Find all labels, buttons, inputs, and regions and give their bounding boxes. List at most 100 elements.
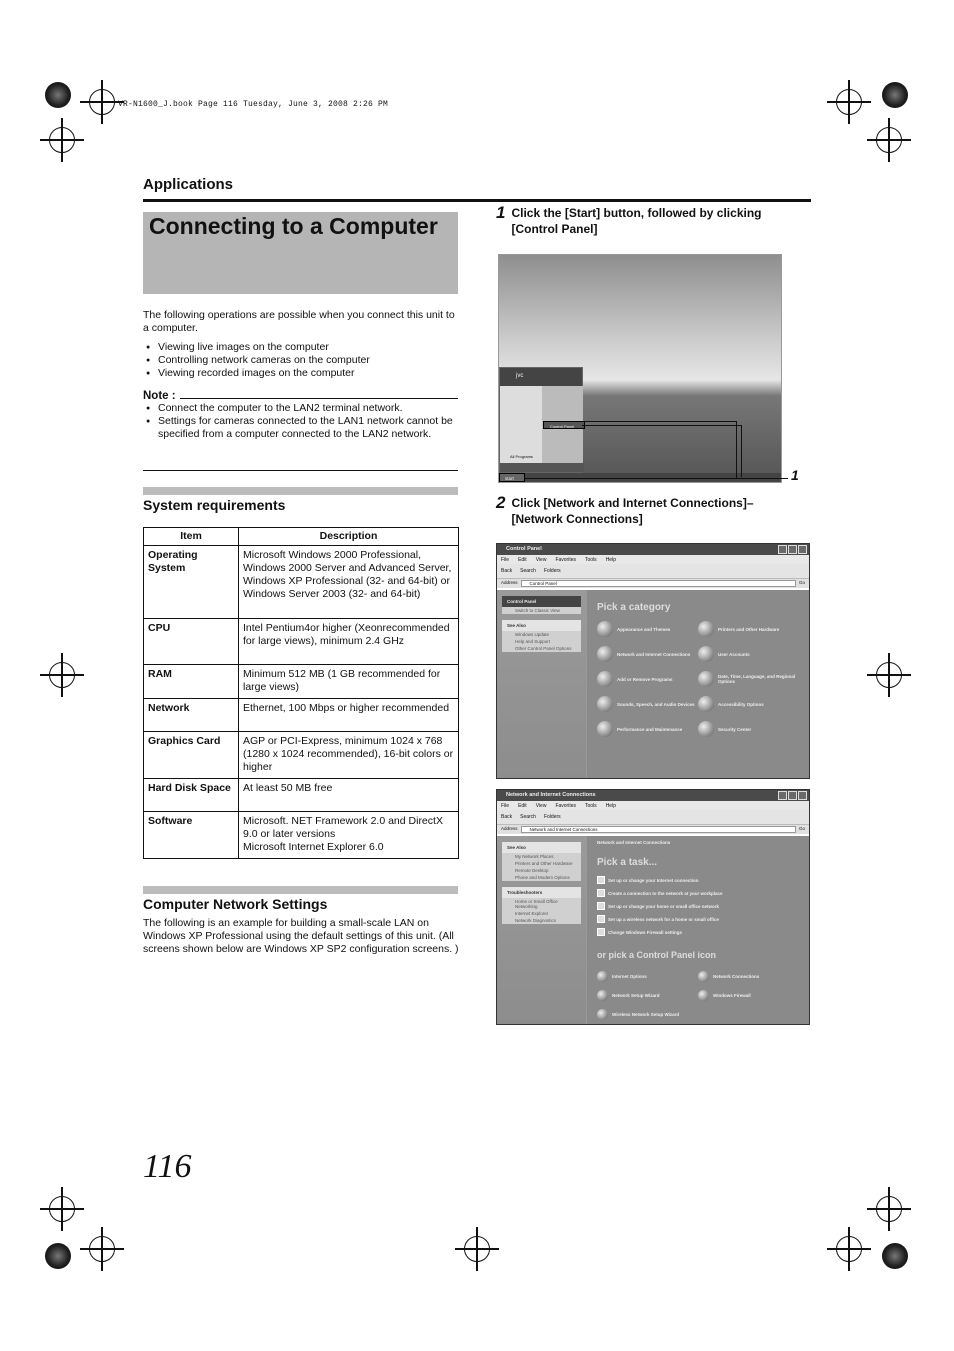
registration-mark: [40, 118, 84, 162]
pick-category-heading: Pick a category: [597, 602, 671, 613]
icon-link[interactable]: Internet Options: [597, 968, 698, 984]
category-link[interactable]: Sounds, Speech, and Audio Devices: [597, 696, 698, 712]
icon-link[interactable]: Network Setup Wizard: [597, 987, 698, 1003]
item-cell: CPU: [143, 618, 239, 665]
intro-text: The following operations are possible wh…: [143, 309, 455, 334]
list-item: Controlling network cameras on the compu…: [143, 354, 461, 367]
menu-bar: File Edit View Favorites Tools Help: [497, 555, 809, 564]
menu-bar: File Edit View Favorites Tools Help: [497, 801, 809, 810]
category-link[interactable]: Security Center: [698, 721, 799, 737]
nic-header: Network and Internet Connections: [597, 840, 671, 845]
header-rule: [143, 199, 811, 202]
registration-mark: [40, 1187, 84, 1231]
desc-cell: AGP or PCI-Express, minimum 1024 x 768 (…: [238, 731, 459, 779]
category-link[interactable]: Accessibility Options: [698, 696, 799, 712]
control-panel-screenshot: Control Panel File Edit View Favorites Tools…: [496, 543, 810, 779]
pick-icon-heading: or pick a Control Panel icon: [597, 950, 717, 960]
task-link[interactable]: Change Windows Firewall settings: [597, 928, 799, 936]
callout-line: [583, 421, 737, 478]
close-icon: [798, 545, 807, 554]
window-title: Control Panel: [497, 544, 809, 555]
registration-disc: [882, 82, 908, 108]
icon-link[interactable]: Wireless Network Setup Wizard: [597, 1006, 698, 1022]
registration-mark: [80, 1227, 124, 1271]
category-link[interactable]: User Accounts: [698, 646, 799, 662]
task-link[interactable]: Set up or change your Internet connectio…: [597, 876, 799, 884]
registration-mark: [827, 1227, 871, 1271]
sysreq-table: Item Description Operating System Microsof…: [143, 527, 459, 859]
registration-disc: [45, 82, 71, 108]
table-row: Network Ethernet, 100 Mbps or higher reco…: [143, 698, 459, 732]
note-item: Connect the computer to the LAN2 termina…: [143, 402, 458, 415]
sysreq-heading: System requirements: [143, 497, 286, 513]
all-programs[interactable]: All Programs: [510, 454, 533, 459]
intro-block: The following operations are possible wh…: [143, 309, 461, 380]
title-box: Connecting to a Computer: [143, 212, 458, 294]
close-icon: [798, 791, 807, 800]
page-number: 116: [143, 1148, 192, 1185]
table-row: CPU Intel Pentium4or higher (Xeonrecommen…: [143, 618, 459, 665]
item-cell: Network: [143, 698, 239, 732]
registration-mark: [867, 653, 911, 697]
page-title: Connecting to a Computer: [149, 213, 438, 239]
divider: [143, 470, 458, 471]
registration-mark: [827, 80, 871, 124]
control-panel-menu-item[interactable]: Control Panel: [543, 421, 585, 429]
category-grid: Appearance and Themes Printers and Other…: [597, 621, 799, 737]
registration-mark: [455, 1227, 499, 1271]
icon-link[interactable]: Windows Firewall: [698, 987, 799, 1003]
category-link[interactable]: Performance and Maintenance: [597, 721, 698, 737]
category-link[interactable]: Appearance and Themes: [597, 621, 698, 637]
step-text: Click the [Start] button, followed by cl…: [511, 206, 762, 236]
registration-disc: [45, 1243, 71, 1269]
section-bar: [143, 886, 458, 894]
network-text: The following is an example for building…: [143, 917, 459, 955]
category-link[interactable]: Network and Internet Connections: [597, 646, 698, 662]
table-row: RAM Minimum 512 MB (1 GB recommended for …: [143, 664, 459, 699]
item-cell: RAM: [143, 664, 239, 699]
section-heading: Applications: [143, 176, 234, 193]
category-link[interactable]: Printers and Other Hardware: [698, 621, 799, 637]
category-link[interactable]: Add or Remove Programs: [597, 671, 698, 687]
item-cell: Hard Disk Space: [143, 778, 239, 812]
note-item: Settings for cameras connected to the LA…: [143, 415, 458, 441]
section-bar: [143, 487, 458, 495]
col-header: Item: [143, 527, 239, 546]
address-bar: Address Network and Internet Connections G…: [497, 825, 809, 834]
registration-disc: [882, 1243, 908, 1269]
minimize-icon: [778, 791, 787, 800]
registration-mark: [867, 118, 911, 162]
callout-line: [524, 478, 788, 479]
maximize-icon: [788, 791, 797, 800]
address-bar: Address Control Panel Go: [497, 579, 809, 588]
start-button[interactable]: start: [499, 473, 525, 482]
category-link[interactable]: Date, Time, Language, and Regional Optio…: [698, 671, 799, 687]
list-item: Viewing live images on the computer: [143, 341, 461, 354]
start-menu: jvc Control Panel All Programs: [499, 367, 585, 473]
callout-line: [741, 425, 742, 477]
step-text: Click [Network and Internet Connections]…: [511, 496, 754, 526]
start-menu-user: jvc: [500, 368, 582, 386]
desc-cell: Microsoft. NET Framework 2.0 and DirectX…: [238, 811, 459, 859]
task-link[interactable]: Set up a wireless network for a home or …: [597, 915, 799, 923]
col-header: Description: [238, 527, 459, 546]
desc-cell: Microsoft Windows 2000 Professional, Win…: [238, 545, 459, 619]
registration-mark: [80, 80, 124, 124]
table-row: Hard Disk Space At least 50 MB free: [143, 778, 459, 812]
minimize-icon: [778, 545, 787, 554]
list-item: Viewing recorded images on the computer: [143, 367, 461, 380]
step-number: 2: [496, 493, 506, 512]
toolbar: Back Search Folders: [497, 564, 809, 579]
toolbar: Back Search Folders: [497, 810, 809, 825]
table-row: Software Microsoft. NET Framework 2.0 and…: [143, 811, 459, 859]
table-row: Operating System Microsoft Windows 2000 P…: [143, 545, 459, 619]
callout-number: 1: [791, 467, 799, 483]
task-link[interactable]: Set up or change your home or small offi…: [597, 902, 799, 910]
icon-link[interactable]: Network Connections: [698, 968, 799, 984]
desc-cell: Ethernet, 100 Mbps or higher recommended: [238, 698, 459, 732]
task-link[interactable]: Create a connection to the network at yo…: [597, 889, 799, 897]
network-connections-screenshot: Network and Internet Connections File Edi…: [496, 789, 810, 1025]
desc-cell: Minimum 512 MB (1 GB recommended for lar…: [238, 664, 459, 699]
item-cell: Operating System: [143, 545, 239, 619]
print-info: VR-N1600_J.book Page 116 Tuesday, June 3…: [118, 100, 389, 109]
